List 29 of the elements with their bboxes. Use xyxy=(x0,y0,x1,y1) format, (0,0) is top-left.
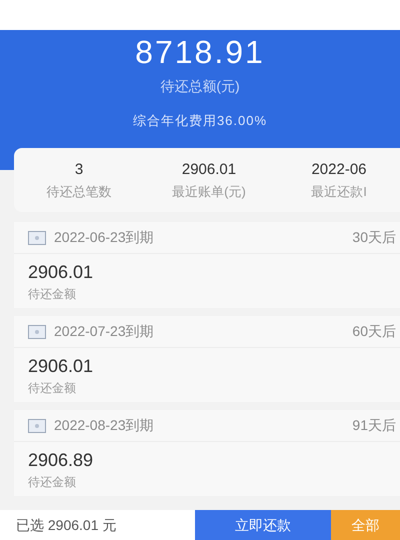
bill-card[interactable]: 2022-08-23到期 91天后 2906.89 待还金额 xyxy=(14,410,400,496)
selected-total: 已选 2906.01 元 xyxy=(15,516,118,534)
total-amount: 8718.91 xyxy=(135,33,265,72)
bill-icon xyxy=(28,230,46,244)
stat-value: 2906.01 xyxy=(182,160,236,180)
pay-now-button[interactable]: 立即还款 xyxy=(195,510,331,540)
due-date: 2022-08-23到期 xyxy=(54,416,155,435)
bill-card[interactable]: 2022-06-23到期 30天后 2906.01 待还金额 xyxy=(14,222,400,308)
amount-label: 待还金额 xyxy=(28,380,77,397)
days-left: 60天后 xyxy=(352,322,396,341)
stat-value: 2022-06 xyxy=(311,160,367,180)
bill-amount: 2906.01 xyxy=(28,355,94,377)
annual-rate: 综合年化费用36.00% xyxy=(132,112,268,130)
due-date: 2022-06-23到期 xyxy=(54,228,155,247)
stat-label: 最近还款I xyxy=(311,182,367,200)
bill-card[interactable]: 2022-07-23到期 60天后 2906.01 待还金额 xyxy=(14,316,400,402)
due-date: 2022-07-23到期 xyxy=(54,322,155,341)
amount-label: 待还金额 xyxy=(28,474,77,491)
bill-amount: 2906.01 xyxy=(28,261,94,283)
bill-amount: 2906.89 xyxy=(28,449,94,471)
days-left: 30天后 xyxy=(352,228,396,247)
bill-icon xyxy=(28,418,46,432)
amount-label: 待还金额 xyxy=(28,286,77,303)
days-left: 91天后 xyxy=(352,416,396,435)
stat-label: 最近账单(元) xyxy=(172,182,246,201)
stat-value: 3 xyxy=(74,160,84,180)
stat-label: 待还总笔数 xyxy=(46,182,112,200)
bill-icon xyxy=(28,324,46,338)
total-label: 待还总额(元) xyxy=(160,77,240,96)
